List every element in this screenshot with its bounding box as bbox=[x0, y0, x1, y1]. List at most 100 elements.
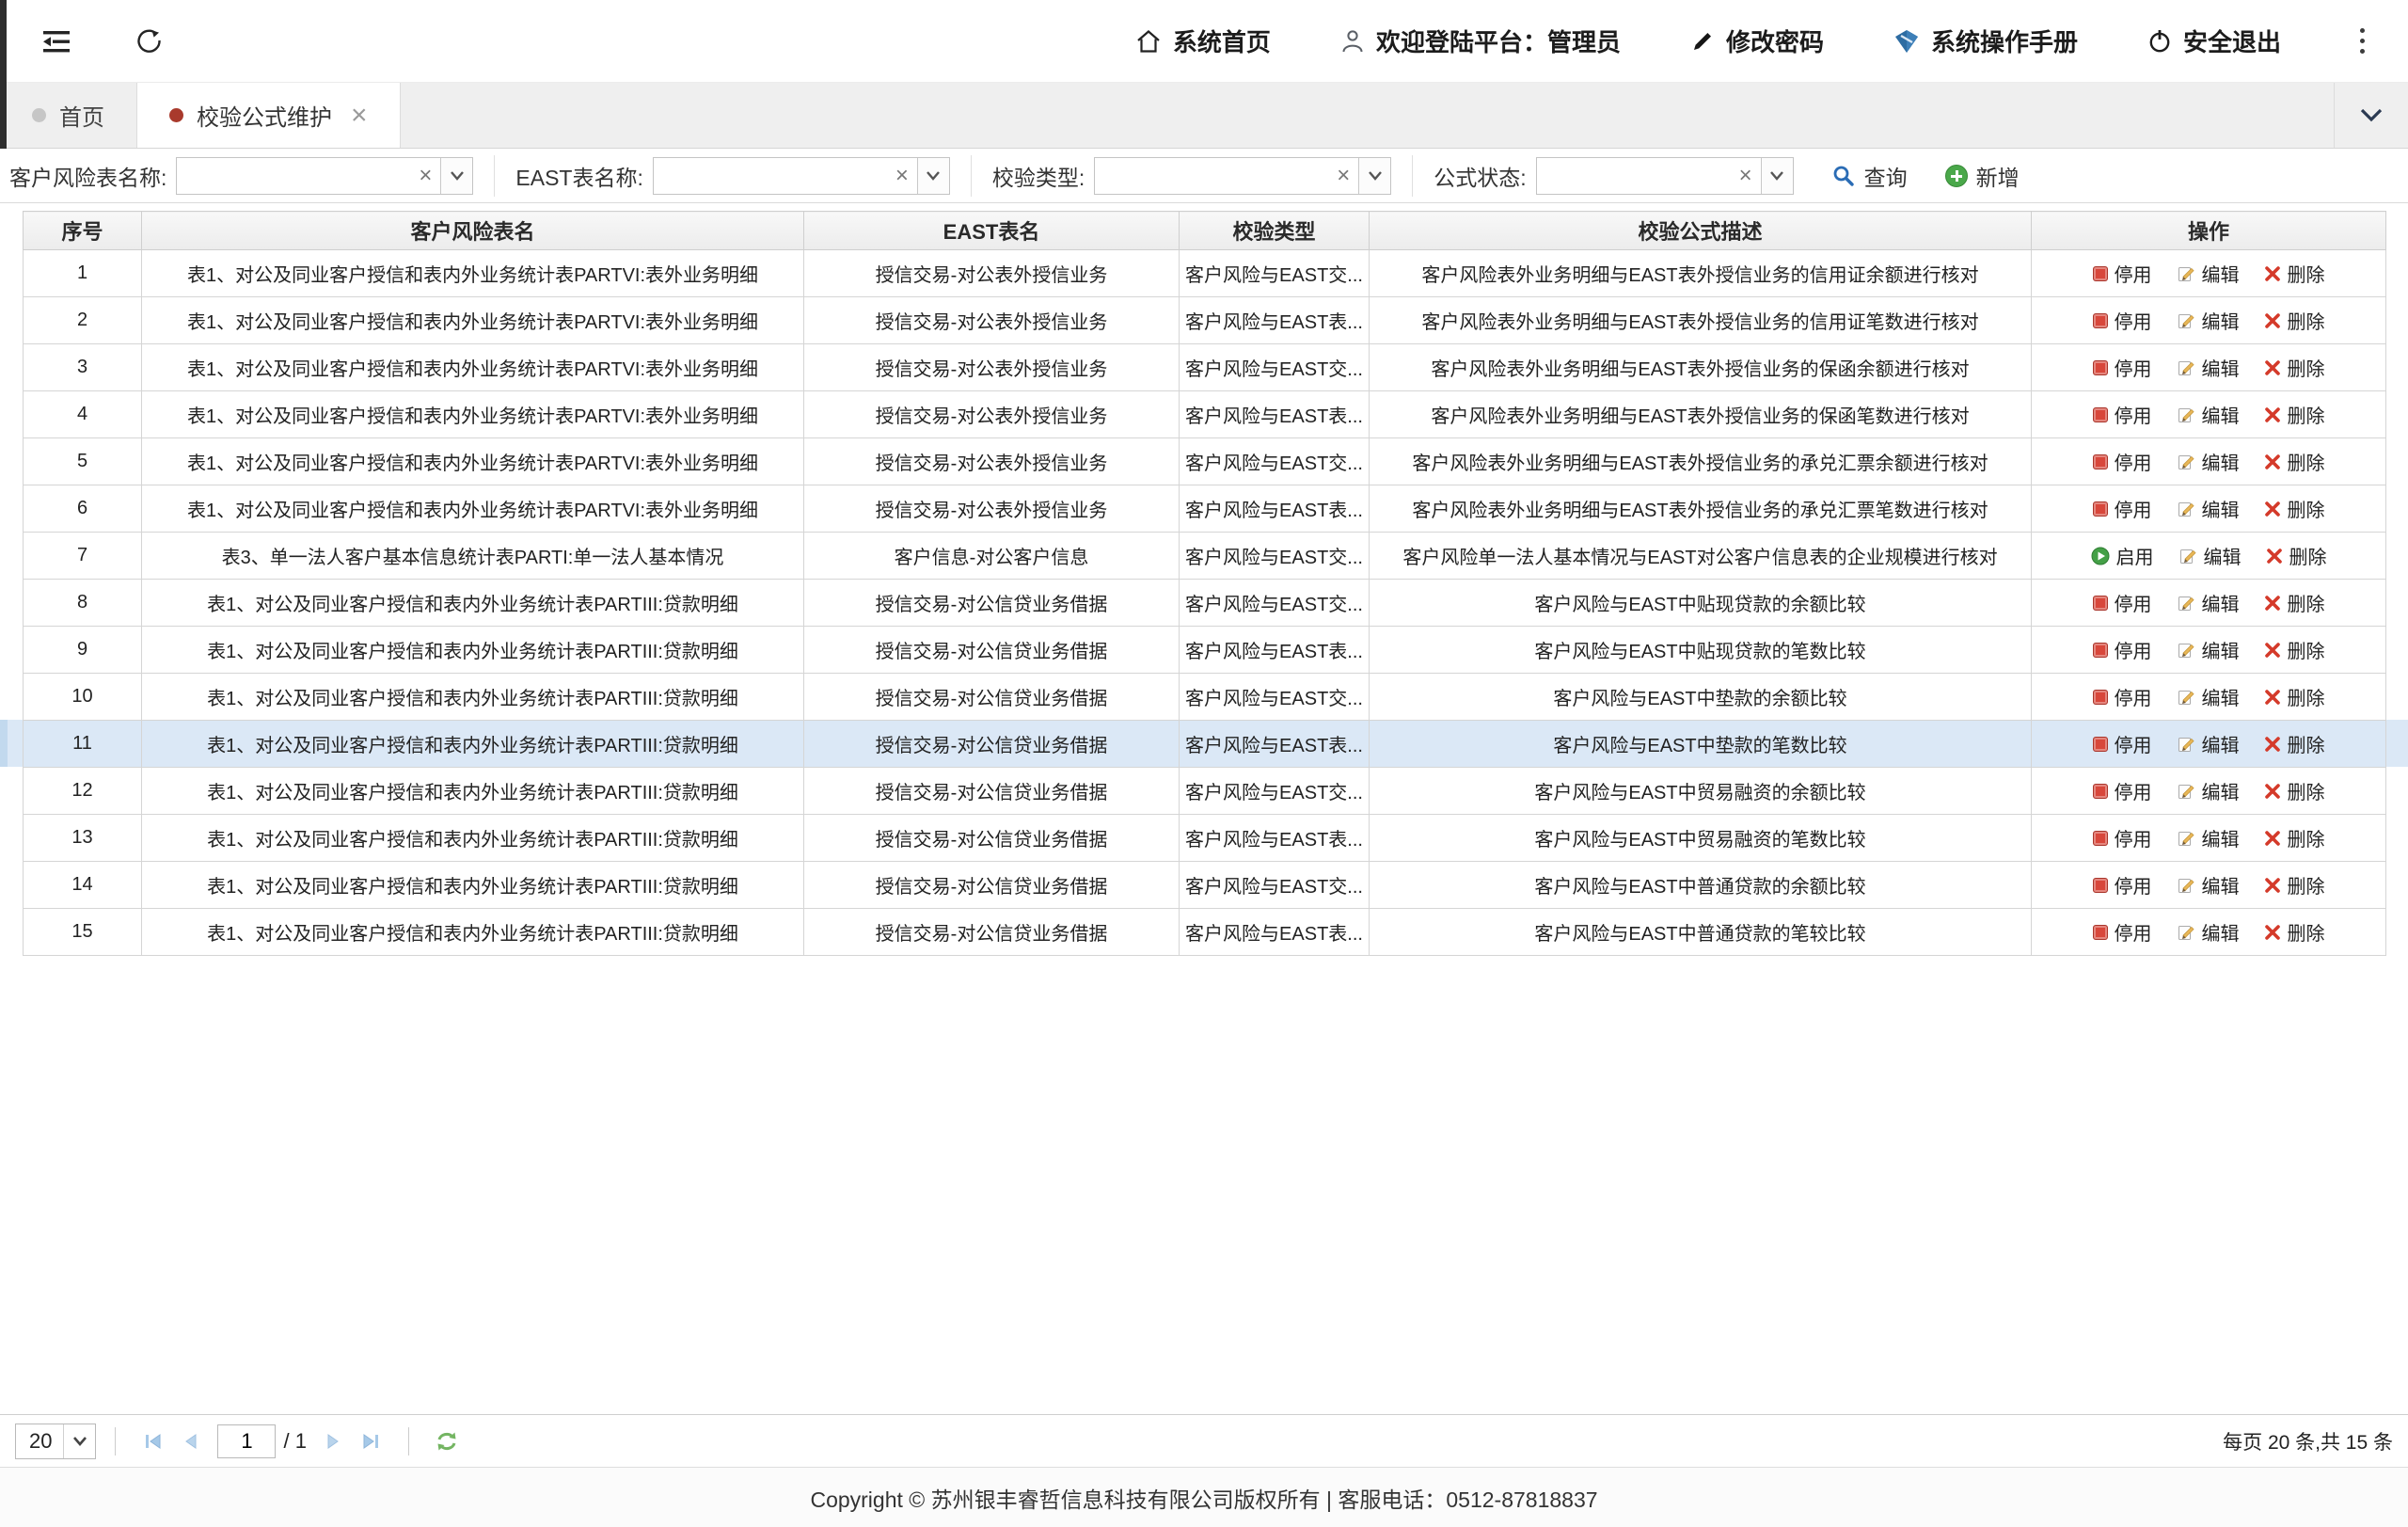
clear-icon[interactable]: × bbox=[887, 158, 917, 194]
disable-button[interactable]: 停用 bbox=[2093, 495, 2152, 522]
edit-button[interactable]: 编辑 bbox=[2178, 542, 2242, 569]
disable-button[interactable]: 停用 bbox=[2093, 589, 2152, 616]
delete-button[interactable]: 删除 bbox=[2264, 871, 2325, 899]
clear-icon[interactable]: × bbox=[1731, 158, 1761, 194]
delete-button[interactable]: 删除 bbox=[2264, 589, 2325, 616]
topbar-menu-label: 系统操作手册 bbox=[1931, 24, 2078, 58]
column-header-0: 序号 bbox=[24, 212, 142, 250]
delete-button[interactable]: 删除 bbox=[2264, 307, 2325, 334]
more-options-icon[interactable] bbox=[2351, 23, 2374, 59]
search-button[interactable]: 查询 bbox=[1831, 160, 1908, 192]
delete-button[interactable]: 删除 bbox=[2264, 448, 2325, 475]
page-size-select[interactable]: 20 bbox=[15, 1424, 96, 1459]
edit-button[interactable]: 编辑 bbox=[2177, 683, 2240, 710]
edit-button[interactable]: 编辑 bbox=[2177, 777, 2240, 804]
chevron-down-icon[interactable] bbox=[917, 158, 949, 194]
prev-page-button[interactable] bbox=[172, 1424, 210, 1459]
tab-home[interactable]: 首页 bbox=[0, 83, 136, 148]
edit-button[interactable]: 编辑 bbox=[2177, 354, 2240, 381]
last-page-button[interactable] bbox=[352, 1424, 389, 1459]
edit-button[interactable]: 编辑 bbox=[2177, 918, 2240, 946]
delete-button[interactable]: 删除 bbox=[2264, 777, 2325, 804]
clear-icon[interactable]: × bbox=[1328, 158, 1358, 194]
delete-button[interactable]: 删除 bbox=[2264, 918, 2325, 946]
chevron-down-icon[interactable] bbox=[1358, 158, 1390, 194]
disable-button[interactable]: 停用 bbox=[2093, 401, 2152, 428]
table-row[interactable]: 14表1、对公及同业客户授信和表内外业务统计表PARTIII:贷款明细授信交易-… bbox=[24, 862, 2386, 909]
chevron-down-icon bbox=[2359, 107, 2384, 124]
disable-button[interactable]: 停用 bbox=[2093, 307, 2152, 334]
table-row[interactable]: 1表1、对公及同业客户授信和表内外业务统计表PARTVI:表外业务明细授信交易-… bbox=[24, 250, 2386, 297]
delete-button[interactable]: 删除 bbox=[2264, 495, 2325, 522]
disable-button[interactable]: 停用 bbox=[2093, 730, 2152, 757]
tab-formula-maintenance[interactable]: 校验公式维护× bbox=[136, 83, 401, 148]
add-button[interactable]: 新增 bbox=[1945, 160, 2020, 192]
table-row[interactable]: 2表1、对公及同业客户授信和表内外业务统计表PARTVI:表外业务明细授信交易-… bbox=[24, 297, 2386, 344]
formula-description: 客户风险表外业务明细与EAST表外授信业务的承兑汇票余额进行核对 bbox=[1370, 438, 2032, 485]
filter-input[interactable] bbox=[654, 158, 887, 194]
table-row[interactable]: 5表1、对公及同业客户授信和表内外业务统计表PARTVI:表外业务明细授信交易-… bbox=[24, 438, 2386, 485]
disable-button[interactable]: 停用 bbox=[2093, 448, 2152, 475]
table-row[interactable]: 3表1、对公及同业客户授信和表内外业务统计表PARTVI:表外业务明细授信交易-… bbox=[24, 344, 2386, 391]
chevron-down-icon[interactable] bbox=[440, 158, 472, 194]
filter-input[interactable] bbox=[1537, 158, 1731, 194]
table-row[interactable]: 11表1、对公及同业客户授信和表内外业务统计表PARTIII:贷款明细授信交易-… bbox=[24, 721, 2386, 768]
table-row[interactable]: 10表1、对公及同业客户授信和表内外业务统计表PARTIII:贷款明细授信交易-… bbox=[24, 674, 2386, 721]
disable-button[interactable]: 停用 bbox=[2093, 777, 2152, 804]
disable-button[interactable]: 停用 bbox=[2093, 871, 2152, 899]
filter-input[interactable] bbox=[1095, 158, 1328, 194]
edit-button[interactable]: 编辑 bbox=[2177, 636, 2240, 663]
disable-button[interactable]: 停用 bbox=[2093, 636, 2152, 663]
topbar-menu-item-4[interactable]: 安全退出 bbox=[2147, 24, 2281, 58]
edit-button[interactable]: 编辑 bbox=[2177, 401, 2240, 428]
page-number-input[interactable] bbox=[217, 1424, 276, 1458]
tab-close-icon[interactable]: × bbox=[351, 102, 368, 130]
table-row[interactable]: 4表1、对公及同业客户授信和表内外业务统计表PARTVI:表外业务明细授信交易-… bbox=[24, 391, 2386, 438]
edit-button[interactable]: 编辑 bbox=[2177, 307, 2240, 334]
first-page-button[interactable] bbox=[135, 1424, 172, 1459]
refresh-page-icon[interactable] bbox=[135, 27, 164, 56]
edit-button[interactable]: 编辑 bbox=[2177, 730, 2240, 757]
edit-button[interactable]: 编辑 bbox=[2177, 871, 2240, 899]
reload-grid-icon[interactable] bbox=[428, 1424, 466, 1459]
delete-button[interactable]: 删除 bbox=[2264, 260, 2325, 287]
delete-button[interactable]: 删除 bbox=[2266, 542, 2327, 569]
next-page-button[interactable] bbox=[314, 1424, 352, 1459]
filter-input[interactable] bbox=[177, 158, 410, 194]
collapse-menu-icon[interactable] bbox=[41, 28, 71, 55]
delete-button[interactable]: 删除 bbox=[2264, 730, 2325, 757]
disable-button[interactable]: 停用 bbox=[2093, 354, 2152, 381]
disable-button[interactable]: 停用 bbox=[2093, 683, 2152, 710]
delete-button[interactable]: 删除 bbox=[2264, 636, 2325, 663]
clear-icon[interactable]: × bbox=[410, 158, 440, 194]
topbar-menu-item-1[interactable]: 欢迎登陆平台：管理员 bbox=[1340, 24, 1621, 58]
edit-button[interactable]: 编辑 bbox=[2177, 589, 2240, 616]
edit-button[interactable]: 编辑 bbox=[2177, 495, 2240, 522]
table-row[interactable]: 13表1、对公及同业客户授信和表内外业务统计表PARTIII:贷款明细授信交易-… bbox=[24, 815, 2386, 862]
disable-button[interactable]: 停用 bbox=[2093, 918, 2152, 946]
edit-button[interactable]: 编辑 bbox=[2177, 824, 2240, 851]
disable-button[interactable]: 停用 bbox=[2093, 824, 2152, 851]
table-row[interactable]: 15表1、对公及同业客户授信和表内外业务统计表PARTIII:贷款明细授信交易-… bbox=[24, 909, 2386, 956]
chevron-down-icon[interactable] bbox=[1761, 158, 1793, 194]
topbar-menu-item-0[interactable]: 系统首页 bbox=[1135, 24, 1271, 58]
enable-button[interactable]: 启用 bbox=[2091, 542, 2154, 569]
topbar-menu-item-3[interactable]: 系统操作手册 bbox=[1893, 24, 2078, 58]
formula-description: 客户风险与EAST中垫款的笔数比较 bbox=[1370, 721, 2032, 768]
edit-button[interactable]: 编辑 bbox=[2177, 260, 2240, 287]
delete-icon bbox=[2264, 265, 2281, 282]
table-row[interactable]: 9表1、对公及同业客户授信和表内外业务统计表PARTIII:贷款明细授信交易-对… bbox=[24, 627, 2386, 674]
table-row[interactable]: 6表1、对公及同业客户授信和表内外业务统计表PARTVI:表外业务明细授信交易-… bbox=[24, 485, 2386, 533]
disable-button[interactable]: 停用 bbox=[2093, 260, 2152, 287]
tab-list-dropdown[interactable] bbox=[2334, 83, 2408, 148]
table-row[interactable]: 7表3、单一法人客户基本信息统计表PARTI:单一法人基本情况客户信息-对公客户… bbox=[24, 533, 2386, 580]
edit-button[interactable]: 编辑 bbox=[2177, 448, 2240, 475]
topbar-menu-item-2[interactable]: 修改密码 bbox=[1690, 24, 1824, 58]
table-row[interactable]: 8表1、对公及同业客户授信和表内外业务统计表PARTIII:贷款明细授信交易-对… bbox=[24, 580, 2386, 627]
edit-icon bbox=[2178, 547, 2197, 565]
delete-button[interactable]: 删除 bbox=[2264, 824, 2325, 851]
table-row[interactable]: 12表1、对公及同业客户授信和表内外业务统计表PARTIII:贷款明细授信交易-… bbox=[24, 768, 2386, 815]
delete-button[interactable]: 删除 bbox=[2264, 683, 2325, 710]
delete-button[interactable]: 删除 bbox=[2264, 401, 2325, 428]
delete-button[interactable]: 删除 bbox=[2264, 354, 2325, 381]
